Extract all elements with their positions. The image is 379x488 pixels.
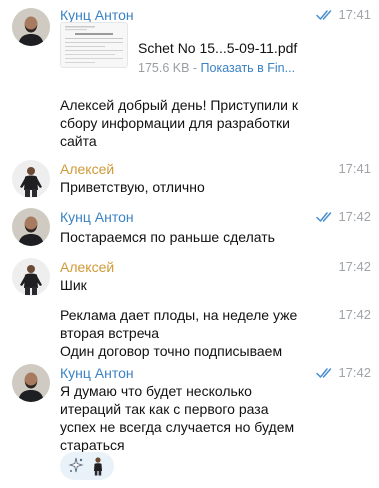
file-meta: 175.6 KB - Показать в Fin... [138, 60, 310, 76]
sparkle-reaction-icon[interactable] [66, 455, 86, 477]
time-label: 17:42 [338, 259, 371, 274]
chat-history: Кунц Антон 17:41 Schet No 15...5-09-11.p… [0, 0, 379, 488]
time-label: 17:42 [338, 307, 371, 322]
avatar[interactable] [12, 364, 50, 402]
message-time: 17:42 [338, 306, 371, 324]
avatar[interactable] [12, 258, 50, 296]
sender-name[interactable]: Алексей [60, 258, 114, 276]
message-time: 17:41 [316, 6, 371, 24]
document-preview-icon [61, 23, 127, 67]
message-text: Я думаю что будет несколько итераций так… [60, 383, 295, 453]
avatar[interactable] [12, 8, 50, 46]
message-line: Один договор точно подписываем [60, 343, 283, 359]
file-name[interactable]: Schet No 15...5-09-11.pdf [138, 39, 297, 57]
time-label: 17:41 [338, 7, 371, 22]
message-text: Реклама дает плоды, на неделе уже вторая… [60, 306, 298, 360]
message-text: Алексей добрый день! Приступили к сбору … [60, 97, 299, 149]
file-meta-separator: - [189, 61, 201, 75]
message-time: 17:41 [338, 160, 371, 178]
message-line: Реклама дает плоды, на неделе уже вторая… [60, 307, 298, 341]
time-label: 17:42 [338, 365, 371, 380]
time-label: 17:42 [338, 209, 371, 224]
message-time: 17:42 [316, 208, 371, 226]
sender-name[interactable]: Кунц Антон [60, 208, 134, 226]
message-time: 17:42 [316, 364, 371, 382]
avatar[interactable] [12, 208, 50, 246]
read-checks-icon [316, 10, 332, 20]
file-size: 175.6 KB [138, 61, 190, 75]
show-in-finder-link[interactable]: Показать в Fin... [201, 61, 296, 75]
file-thumbnail[interactable] [60, 22, 128, 68]
read-checks-icon [316, 212, 332, 222]
sender-name[interactable]: Кунц Антон [60, 364, 134, 382]
time-label: 17:41 [338, 161, 371, 176]
message-text: Постараемся по раньше сделать [60, 229, 275, 245]
person-reaction-icon[interactable] [88, 455, 108, 477]
message-text: Приветствую, отлично [60, 179, 205, 195]
sender-name[interactable]: Алексей [60, 160, 114, 178]
message-time: 17:42 [338, 258, 371, 276]
message-text: Шик [60, 277, 87, 293]
reactions-bar[interactable] [60, 452, 114, 480]
avatar[interactable] [12, 160, 50, 198]
read-checks-icon [316, 368, 332, 378]
